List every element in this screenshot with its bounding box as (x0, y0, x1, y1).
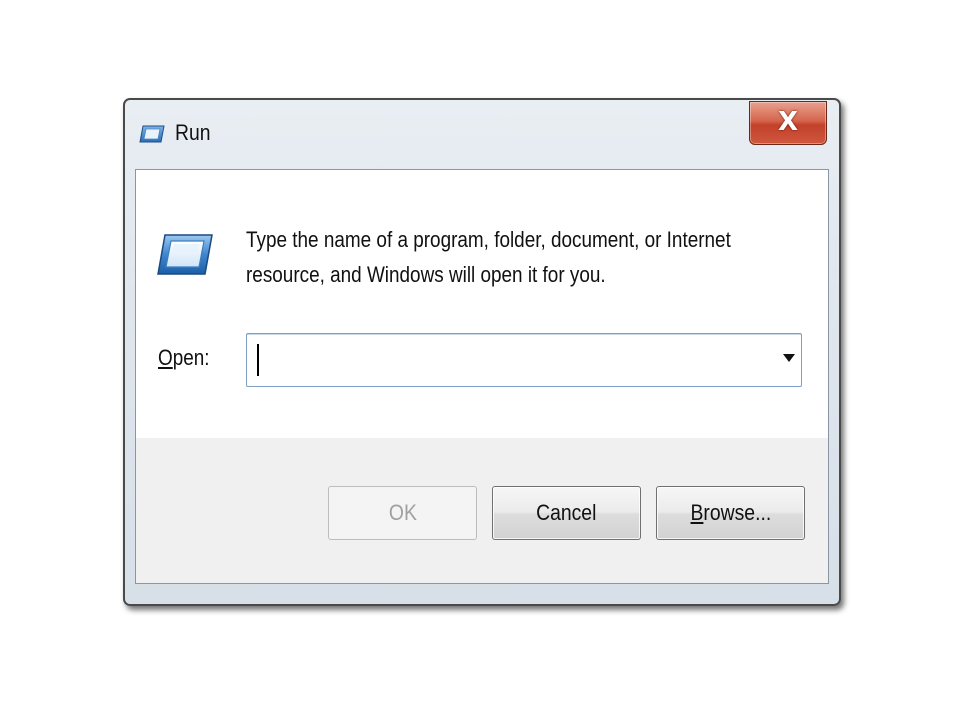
open-combobox[interactable] (246, 333, 802, 387)
close-button[interactable]: X (749, 101, 827, 145)
browse-button-label: Browse... (690, 500, 771, 526)
run-icon (139, 125, 165, 143)
ok-button[interactable]: OK (328, 486, 477, 540)
browse-accelerator: B (690, 500, 704, 525)
cancel-button-label: Cancel (536, 500, 597, 525)
content-area: Type the name of a program, folder, docu… (136, 170, 828, 438)
ok-button-label: OK (388, 500, 417, 525)
title-bar[interactable]: Run X (125, 100, 839, 168)
close-icon: X (777, 107, 799, 137)
cancel-button[interactable]: Cancel (492, 486, 641, 540)
chevron-down-icon[interactable] (783, 354, 795, 362)
description-text: Type the name of a program, folder, docu… (246, 227, 731, 287)
browse-label-rest: rowse... (703, 500, 771, 525)
run-dialog: Run X Type the name of a program, folder… (123, 98, 841, 606)
browse-button[interactable]: Browse... (656, 486, 805, 540)
open-label-accelerator: O (158, 345, 173, 370)
open-label-text: pen: (172, 345, 210, 370)
window-title: Run (175, 120, 211, 145)
open-label: Open: (158, 345, 210, 371)
dialog-body: Type the name of a program, folder, docu… (135, 169, 829, 584)
text-caret (257, 344, 259, 376)
open-input[interactable] (249, 336, 769, 384)
run-icon (157, 234, 213, 275)
